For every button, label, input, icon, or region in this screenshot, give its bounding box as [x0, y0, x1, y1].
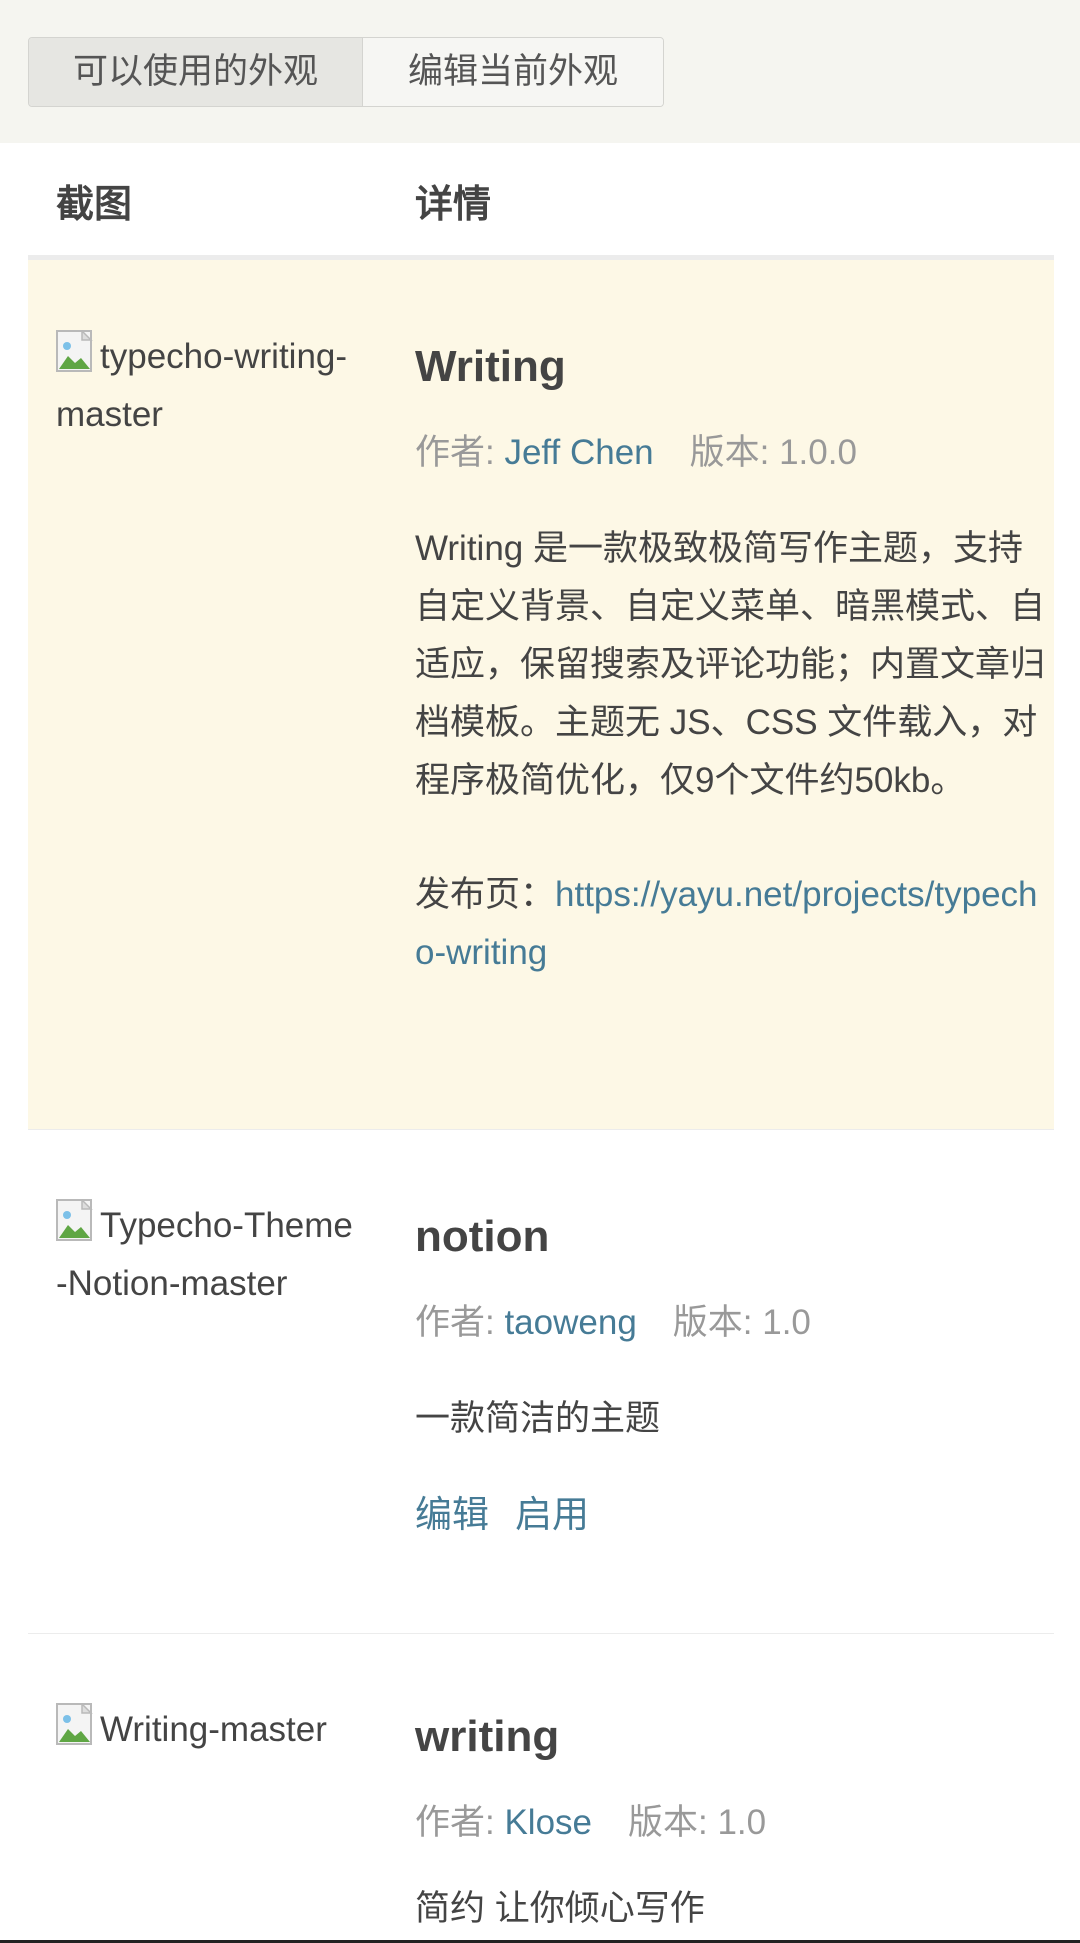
author-link[interactable]: taoweng [504, 1303, 636, 1342]
theme-name: writing [415, 1712, 560, 1761]
edit-theme-link[interactable]: 编辑 [415, 1494, 489, 1535]
theme-screenshot: typecho-writing-master [56, 328, 356, 444]
version-label: 版本: [689, 433, 780, 472]
enable-theme-link[interactable]: 启用 [515, 1494, 589, 1535]
theme-screenshot: Writing-master [56, 1701, 356, 1759]
version-label: 版本: [628, 1803, 718, 1842]
tab-available-themes[interactable]: 可以使用的外观 [29, 38, 363, 106]
theme-actions: 编辑 启用 [415, 1486, 1055, 1544]
theme-name: notion [415, 1212, 550, 1261]
screenshot-alt-text: Writing-master [100, 1710, 327, 1749]
theme-name: Writing [415, 342, 566, 391]
theme-description: 一款简洁的主题 [415, 1399, 661, 1438]
theme-row: Typecho-Theme-Notion-master notion 作者: t… [28, 1130, 1054, 1634]
theme-description: Writing 是一款极致极简写作主题，支持自定义背景、自定义菜单、暗黑模式、自… [415, 529, 1046, 800]
tab-edit-current-theme[interactable]: 编辑当前外观 [363, 38, 663, 106]
theme-meta: 作者: taoweng 版本: 1.0 [415, 1294, 1055, 1352]
theme-details: notion 作者: taoweng 版本: 1.0 一款简洁的主题 编辑 启用 [415, 1208, 1055, 1544]
theme-screenshot: Typecho-Theme-Notion-master [56, 1197, 356, 1313]
theme-row-current: typecho-writing-master Writing 作者: Jeff … [28, 260, 1054, 1130]
theme-description: 简约 让你倾心写作 [415, 1889, 705, 1928]
version-label: 版本: [672, 1303, 763, 1342]
author-label: 作者: [415, 1803, 505, 1842]
theme-release: 发布页：https://yayu.net/projects/typecho-wr… [415, 866, 1055, 982]
theme-row: Writing-master writing 作者: Klose 版本: 1.0 … [28, 1634, 1054, 1943]
author-label: 作者: [415, 1303, 505, 1342]
theme-meta: 作者: Jeff Chen 版本: 1.0.0 [415, 424, 1055, 482]
theme-meta: 作者: Klose 版本: 1.0 [415, 1794, 1055, 1852]
version-value: 1.0 [762, 1303, 811, 1342]
theme-details: Writing 作者: Jeff Chen 版本: 1.0.0 Writing 是… [415, 338, 1055, 982]
author-label: 作者: [415, 433, 505, 472]
version-value: 1.0.0 [779, 433, 857, 472]
author-link[interactable]: Jeff Chen [504, 433, 653, 472]
theme-details: writing 作者: Klose 版本: 1.0 简约 让你倾心写作 [415, 1708, 1055, 1938]
column-header-details: 详情 [415, 184, 492, 226]
theme-tabs: 可以使用的外观 编辑当前外观 [28, 37, 664, 107]
table-header: 截图 详情 [28, 143, 1054, 260]
version-value: 1.0 [717, 1803, 767, 1842]
broken-image-icon [56, 329, 100, 374]
author-link[interactable]: Klose [504, 1803, 592, 1842]
release-label: 发布页： [415, 875, 556, 914]
broken-image-icon [56, 1702, 100, 1747]
screenshot-alt-text: Typecho-Theme-Notion-master [56, 1206, 353, 1303]
column-header-screenshot: 截图 [56, 184, 133, 226]
top-bar: 可以使用的外观 编辑当前外观 [0, 0, 1080, 143]
broken-image-icon [56, 1198, 100, 1243]
